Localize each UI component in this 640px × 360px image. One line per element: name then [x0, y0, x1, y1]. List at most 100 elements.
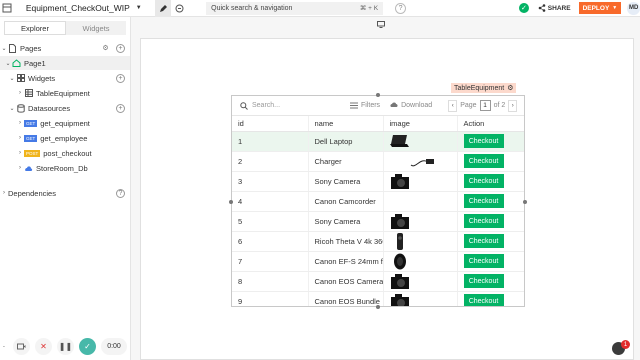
checkout-button[interactable]: Checkout [463, 134, 504, 148]
column-header[interactable]: name [308, 116, 384, 132]
sidebar-item-table-equipment[interactable]: › TableEquipment [0, 86, 130, 100]
chevron-down-icon[interactable]: ⌄ [8, 105, 16, 112]
pause-icon[interactable]: ❚❚ [57, 338, 74, 355]
table-row[interactable]: 3 Sony Camera Checkout [232, 171, 524, 192]
datasources-section[interactable]: ⌄ Datasources + [0, 101, 130, 115]
share-button[interactable]: SHARE [538, 4, 571, 12]
cell-id[interactable]: 7 [232, 251, 309, 272]
checkout-button[interactable]: Checkout [463, 254, 504, 268]
cell-id[interactable]: 2 [232, 151, 309, 172]
chevron-right-icon[interactable]: › [16, 90, 24, 96]
help-button[interactable]: ? [395, 2, 406, 14]
cell-name[interactable]: Dell Laptop [308, 131, 384, 152]
resize-handle[interactable] [376, 305, 380, 309]
help-icon[interactable]: ? [116, 188, 125, 198]
widgets-section[interactable]: ⌄ Widgets + [0, 71, 130, 85]
cell-image[interactable] [383, 131, 458, 152]
close-icon[interactable]: ✕ [35, 338, 52, 355]
chevron-right-icon[interactable]: › [0, 190, 8, 196]
resize-handle[interactable] [523, 200, 527, 204]
cell-id[interactable]: 8 [232, 271, 309, 292]
resize-handle[interactable] [229, 200, 233, 204]
pages-section[interactable]: ⌄ Pages ⚙ + [0, 41, 130, 55]
table-search[interactable]: Search... [240, 101, 340, 110]
device-icon[interactable] [377, 21, 385, 29]
sidebar-item-query[interactable]: › GET get_equipment [0, 116, 130, 130]
widget-name-tag[interactable]: TableEquipment ⚙ [451, 83, 517, 93]
cell-name[interactable]: Ricoh Theta V 4k 360 [308, 231, 384, 252]
tab-widgets[interactable]: Widgets [66, 21, 126, 35]
next-page-button[interactable]: › [508, 99, 518, 112]
cell-image[interactable] [383, 231, 458, 252]
tab-explorer[interactable]: Explorer [4, 21, 66, 35]
cell-id[interactable]: 5 [232, 211, 309, 232]
add-widget-icon[interactable]: + [116, 73, 125, 83]
table-row[interactable]: 8 Canon EOS Camera Checkout [232, 271, 524, 292]
prev-page-button[interactable]: ‹ [448, 99, 458, 112]
app-name[interactable]: Equipment_CheckOut_WIP [26, 3, 130, 13]
filters-button[interactable]: Filters [350, 102, 380, 109]
checkout-button[interactable]: Checkout [463, 294, 504, 306]
checkout-button[interactable]: Checkout [463, 274, 504, 288]
cell-id[interactable]: 6 [232, 231, 309, 252]
table-row[interactable]: 7 Canon EF-S 24mm f/2 Checkout [232, 251, 524, 272]
comment-mode-button[interactable] [171, 0, 188, 17]
page-number-input[interactable]: 1 [479, 100, 491, 111]
table-row[interactable]: 1 Dell Laptop Checkout [232, 131, 524, 152]
cell-name[interactable]: Canon EOS Bundle [308, 291, 384, 306]
chevron-right-icon[interactable]: › [16, 135, 24, 141]
resize-handle[interactable] [376, 93, 380, 97]
column-header[interactable]: Action [457, 116, 524, 132]
cell-name[interactable]: Canon EF-S 24mm f/2 [308, 251, 384, 272]
edit-mode-button[interactable] [154, 0, 172, 17]
checkout-button[interactable]: Checkout [463, 154, 504, 168]
cell-image[interactable] [383, 151, 458, 172]
cell-name[interactable]: Canon Camcorder [308, 191, 384, 212]
cell-id[interactable]: 1 [232, 131, 309, 152]
table-row[interactable]: 5 Sony Camera Checkout [232, 211, 524, 232]
column-header[interactable]: image [383, 116, 458, 132]
sidebar-item-page1[interactable]: ⌄ Page1 [0, 56, 130, 70]
table-row[interactable]: 4 Canon Camcorder Checkout [232, 191, 524, 212]
chevron-down-icon[interactable]: ▼ [136, 5, 142, 11]
cell-image[interactable] [383, 171, 458, 192]
quick-search[interactable]: Quick search & navigation ⌘ + K [206, 1, 384, 15]
avatar[interactable]: MD [627, 1, 640, 15]
cell-image[interactable] [383, 211, 458, 232]
cell-name[interactable]: Charger [308, 151, 384, 172]
chevron-down-icon[interactable]: ⌄ [8, 75, 16, 82]
camera-icon[interactable] [13, 338, 30, 355]
checkout-button[interactable]: Checkout [463, 174, 504, 188]
checkout-button[interactable]: Checkout [463, 234, 504, 248]
table-row[interactable]: 2 Charger Checkout [232, 151, 524, 172]
cell-image[interactable] [383, 251, 458, 272]
table-row[interactable]: 6 Ricoh Theta V 4k 360 Checkout [232, 231, 524, 252]
gear-icon[interactable]: ⚙ [101, 44, 110, 53]
dependencies-section[interactable]: › Dependencies ? [0, 186, 130, 200]
chevron-down-icon[interactable]: ▼ [612, 5, 617, 11]
checkout-button[interactable]: Checkout [463, 214, 504, 228]
cell-image[interactable] [383, 271, 458, 292]
done-check-icon[interactable]: ✓ [79, 338, 96, 355]
cell-name[interactable]: Sony Camera [308, 211, 384, 232]
gear-icon[interactable]: ⚙ [507, 84, 513, 92]
add-page-icon[interactable]: + [116, 43, 125, 53]
sidebar-item-query[interactable]: › GET get_employee [0, 131, 130, 145]
sidebar-item-storeroom-db[interactable]: › StoreRoom_Db [0, 161, 130, 175]
cell-name[interactable]: Sony Camera [308, 171, 384, 192]
sidebar-item-query[interactable]: › POST post_checkout [0, 146, 130, 160]
more-icon[interactable]: · [0, 338, 8, 355]
download-button[interactable]: Download [390, 102, 432, 109]
cell-id[interactable]: 3 [232, 171, 309, 192]
app-logo-icon[interactable] [2, 3, 13, 14]
cell-id[interactable]: 4 [232, 191, 309, 212]
deploy-button[interactable]: DEPLOY ▼ [578, 2, 622, 14]
table-equipment-widget[interactable]: Search... Filters Download ‹ Page 1 of 2… [231, 95, 525, 307]
checkout-button[interactable]: Checkout [463, 194, 504, 208]
chevron-down-icon[interactable]: ⌄ [4, 60, 12, 67]
cell-image[interactable] [383, 291, 458, 306]
column-header[interactable]: id [232, 116, 309, 132]
chevron-down-icon[interactable]: ⌄ [0, 45, 8, 52]
add-datasource-icon[interactable]: + [116, 103, 125, 113]
chevron-right-icon[interactable]: › [16, 120, 24, 126]
